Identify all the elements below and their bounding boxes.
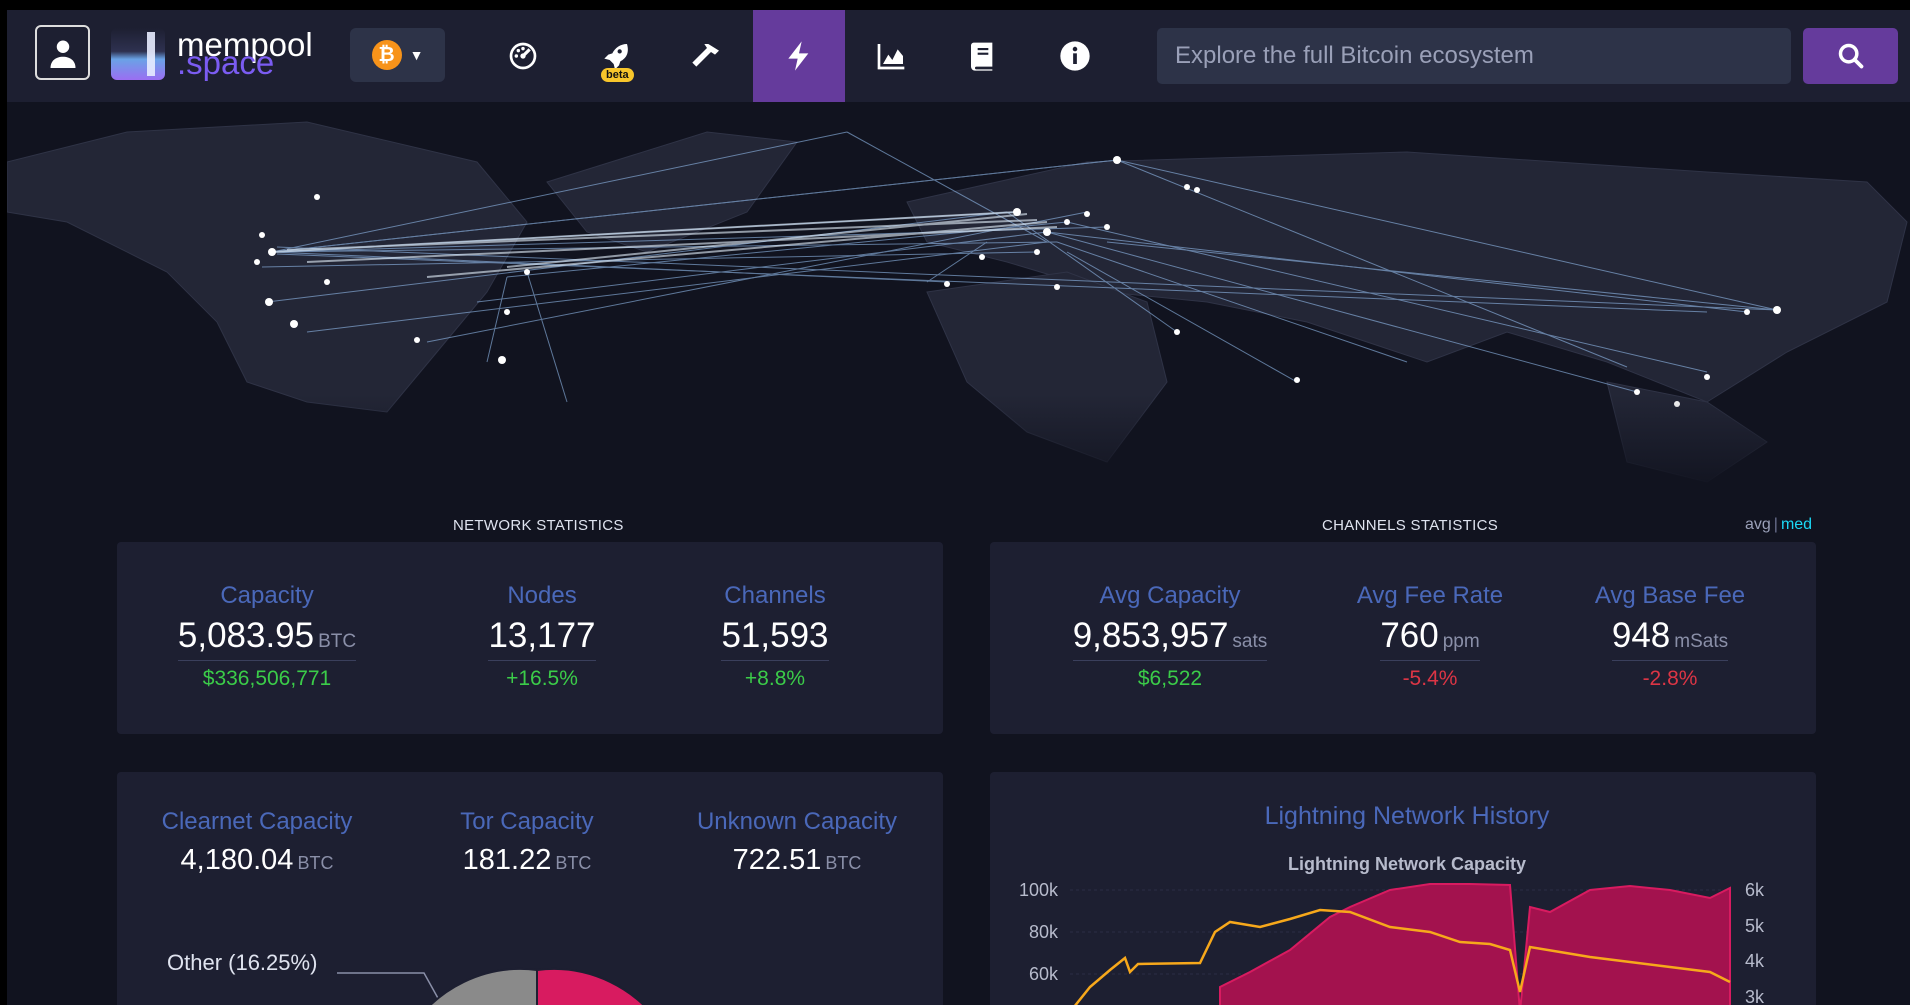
pie-label-other: Other (16.25%) xyxy=(167,950,318,975)
bitcoin-icon: ₿ xyxy=(371,40,402,70)
lightning-nodes-world-map[interactable] xyxy=(7,102,1910,492)
nodes-stat[interactable]: Nodes 13,177 +16.5% xyxy=(467,582,617,691)
chevron-down-icon: ▼ xyxy=(409,47,424,63)
avg-med-toggle[interactable]: avg | med xyxy=(1745,516,1812,534)
capacity-stat: Capacity 5,083.95 BTC $336,506,771 xyxy=(177,582,357,691)
network-statistics-title: NETWORK STATISTICS xyxy=(453,517,624,534)
info-icon[interactable] xyxy=(1029,10,1121,102)
avg-base-fee-change: -2.8% xyxy=(1642,667,1698,690)
nodes-label: Nodes xyxy=(507,582,577,609)
user-account-icon[interactable] xyxy=(35,25,90,80)
avg-capacity-value: 9,853,957 sats xyxy=(1072,616,1268,661)
channels-statistics-card: Avg Capacity 9,853,957 sats $6,522 Avg Fe… xyxy=(990,542,1816,734)
avg-base-fee-value: 948 mSats xyxy=(1611,616,1729,661)
search-input[interactable]: Explore the full Bitcoin ecosystem xyxy=(1157,28,1791,84)
rocket-icon[interactable]: beta xyxy=(569,10,661,102)
channels-change: +8.8% xyxy=(744,667,806,690)
capacity-usd: $336,506,771 xyxy=(202,667,332,690)
y-tick-left: 60k xyxy=(1029,964,1059,984)
toggle-med[interactable]: med xyxy=(1781,516,1812,533)
channels-area xyxy=(1219,883,1731,1005)
network-statistics-card: Capacity 5,083.95 BTC $336,506,771 Nodes … xyxy=(117,542,943,734)
avg-capacity-stat: Avg Capacity 9,853,957 sats $6,522 xyxy=(1050,582,1290,691)
y-tick-right: 5k xyxy=(1745,916,1765,936)
book-icon[interactable] xyxy=(937,10,1029,102)
dashboard-icon[interactable] xyxy=(477,10,569,102)
channels-stat[interactable]: Channels 51,593 +8.8% xyxy=(695,582,855,691)
logo-mark xyxy=(111,28,165,80)
chart-icon[interactable] xyxy=(845,10,937,102)
lightning-icon[interactable] xyxy=(753,10,845,102)
mempool-logo[interactable]: mempool .space xyxy=(111,24,341,84)
history-title: Lightning Network History xyxy=(1264,802,1550,830)
y-tick-left: 100k xyxy=(1019,880,1059,900)
y-tick-left: 80k xyxy=(1029,922,1059,942)
avg-fee-rate-change: -5.4% xyxy=(1402,667,1458,690)
avg-capacity-usd: $6,522 xyxy=(1137,667,1203,690)
toggle-separator: | xyxy=(1773,516,1778,533)
y-tick-right: 4k xyxy=(1745,951,1765,971)
search-button[interactable] xyxy=(1803,28,1898,84)
avg-base-fee-stat: Avg Base Fee 948 mSats -2.8% xyxy=(1585,582,1755,691)
nodes-value: 13,177 xyxy=(488,616,596,661)
avg-capacity-label: Avg Capacity xyxy=(1099,582,1241,609)
toggle-avg[interactable]: avg xyxy=(1745,516,1771,533)
beta-badge: beta xyxy=(601,68,634,82)
avg-base-fee-label: Avg Base Fee xyxy=(1594,582,1746,609)
avg-fee-rate-stat: Avg Fee Rate 760 ppm -5.4% xyxy=(1345,582,1515,691)
history-chart-title: Lightning Network Capacity xyxy=(1287,854,1527,874)
channels-statistics-title: CHANNELS STATISTICS xyxy=(1322,517,1499,534)
capacity-label: Capacity xyxy=(220,582,314,609)
app-window: mempool .space ₿ ▼ beta Explore the full… xyxy=(7,10,1910,1005)
pie-slice-other[interactable] xyxy=(409,967,538,1005)
search-icon xyxy=(1838,43,1863,69)
channels-label: Channels xyxy=(724,582,826,609)
nodes-change: +16.5% xyxy=(506,667,578,690)
y-tick-right: 3k xyxy=(1745,987,1765,1005)
avg-fee-rate-value: 760 ppm xyxy=(1380,616,1480,661)
network-selector[interactable]: ₿ ▼ xyxy=(350,28,445,82)
pie-slice-clearnet[interactable] xyxy=(536,967,665,1005)
capacity-value: 5,083.95 BTC xyxy=(177,616,357,661)
top-navbar: mempool .space ₿ ▼ beta Explore the full… xyxy=(7,10,1910,102)
hammer-icon[interactable] xyxy=(661,10,753,102)
channels-value: 51,593 xyxy=(721,616,829,661)
avg-fee-rate-label: Avg Fee Rate xyxy=(1356,582,1504,609)
y-tick-right: 6k xyxy=(1745,880,1765,900)
